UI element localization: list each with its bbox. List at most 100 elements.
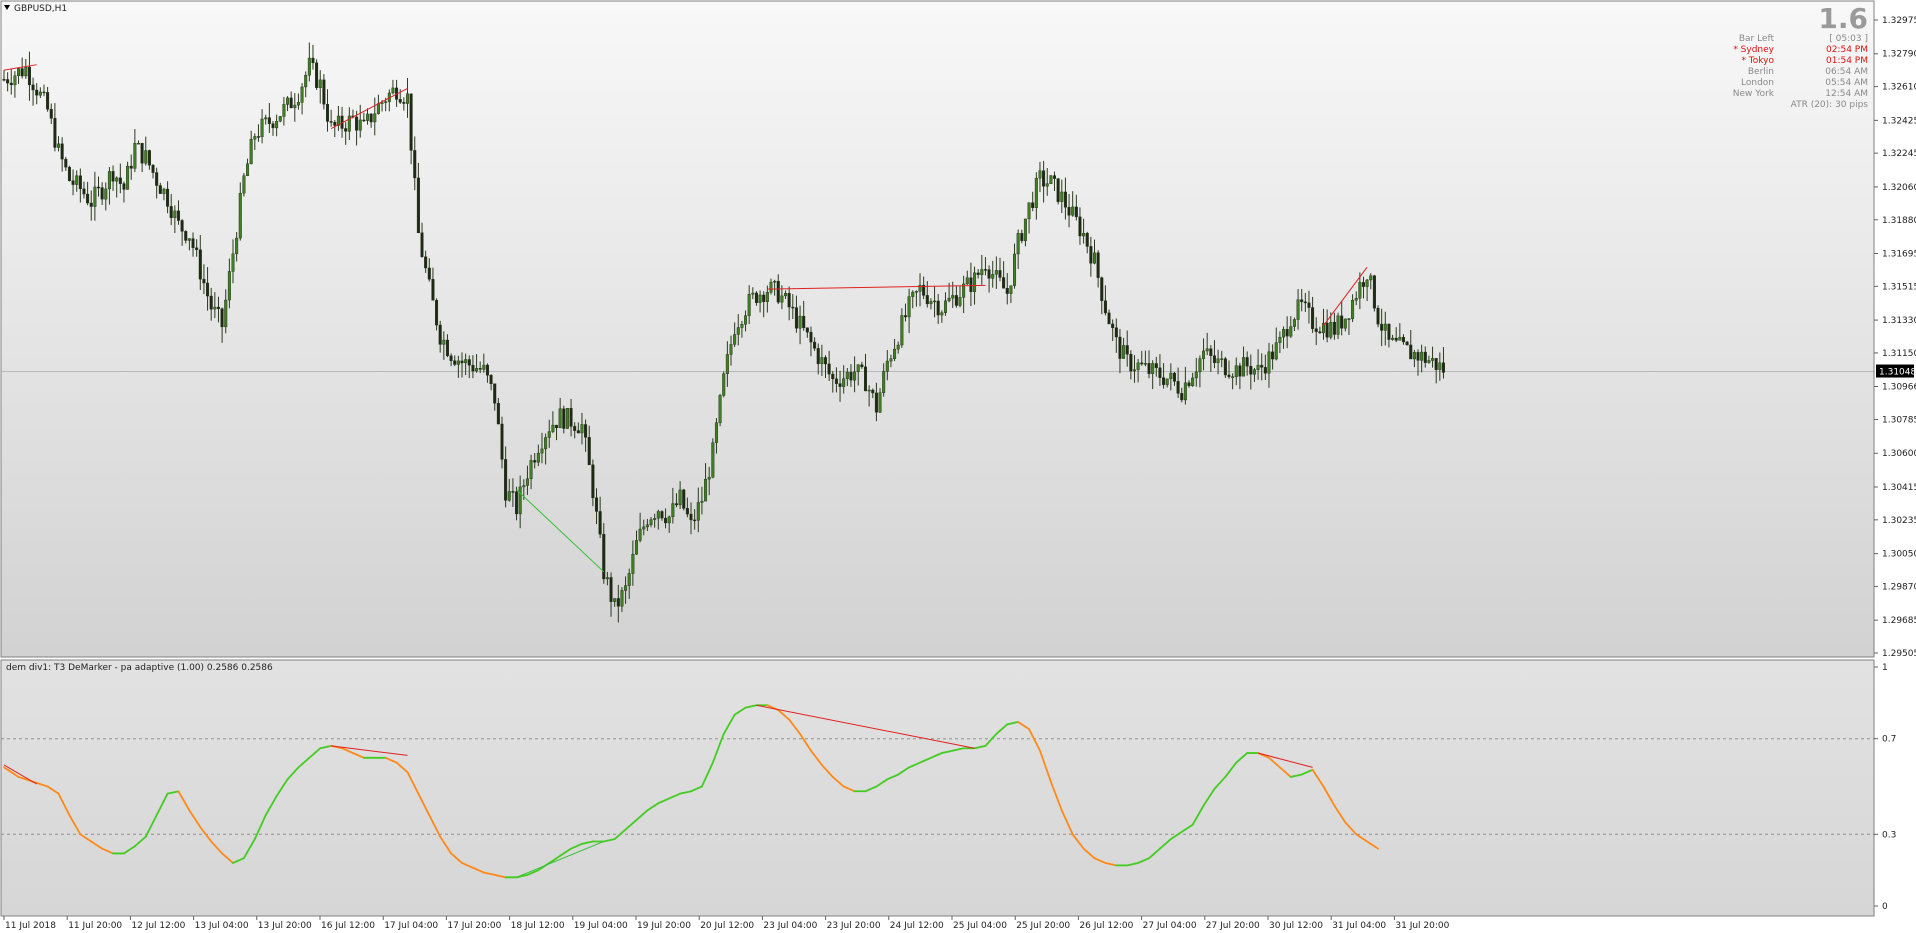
indicator-axis[interactable]: 1 0.7 0.3 0	[1873, 660, 1896, 916]
candle-body	[718, 395, 722, 423]
candle-body	[220, 308, 224, 328]
candle-body	[624, 585, 628, 591]
candle-body	[100, 187, 104, 200]
candle-body	[987, 269, 991, 279]
candle-body	[1143, 363, 1147, 365]
candle-body	[1376, 307, 1380, 325]
current-price-marker: 1.31048	[1876, 364, 1916, 378]
candle-body	[751, 292, 755, 295]
candle-body	[398, 99, 402, 103]
candle-body	[1074, 206, 1078, 218]
candle-body	[304, 75, 308, 88]
time-axis-label: 18 Jul 12:00	[511, 921, 565, 931]
candle-body	[816, 348, 820, 365]
candle-body	[1398, 336, 1402, 341]
price-axis-label: 1.30415	[1882, 483, 1916, 493]
candle-body	[1187, 382, 1191, 387]
candle-body	[609, 577, 613, 602]
time-axis-label: 11 Jul 2018	[5, 921, 56, 931]
candle-body	[264, 117, 268, 120]
time-axis[interactable]: 11 Jul 2018 11 Jul 20:00 12 Jul 12:00 13 Ju…	[3, 916, 1450, 931]
candle-body	[118, 177, 122, 184]
candle-body	[522, 485, 526, 488]
price-axis-label: 1.31695	[1882, 249, 1916, 259]
candle-body	[427, 267, 431, 280]
candle-body	[1016, 233, 1020, 255]
candle-body	[147, 150, 151, 166]
time-axis-label: 19 Jul 04:00	[574, 921, 628, 931]
candle-body	[1082, 233, 1086, 237]
candle-body	[620, 590, 624, 607]
candle-body	[333, 121, 337, 126]
candle-body	[1420, 351, 1424, 361]
candle-body	[1071, 206, 1075, 216]
candle-body	[358, 119, 362, 131]
candle-body	[1361, 282, 1365, 287]
candle-body	[1216, 358, 1220, 363]
candle-body	[591, 464, 595, 499]
candle-body	[431, 279, 435, 301]
candle-body	[616, 598, 620, 607]
candle-body	[1416, 352, 1420, 361]
candle-body	[53, 118, 57, 148]
candle-body	[638, 528, 642, 541]
candle-body	[936, 300, 940, 316]
candle-body	[162, 188, 166, 194]
candle-body	[700, 500, 704, 503]
candle-body	[456, 360, 460, 365]
candle-body	[1194, 371, 1198, 379]
candle-body	[435, 300, 439, 326]
price-axis-label: 1.29505	[1882, 649, 1916, 659]
candle-body	[1049, 175, 1053, 184]
candle-body	[1329, 321, 1333, 338]
candle-body	[831, 373, 835, 380]
candle-body	[482, 364, 486, 370]
candle-body	[664, 517, 668, 524]
candle-body	[355, 116, 359, 131]
price-axis[interactable]: 1.32975 1.32790 1.32610 1.32425 1.32245 1.320…	[1873, 1, 1916, 659]
chart-title[interactable]: GBPUSD,H1	[4, 4, 67, 15]
candle-body	[1431, 358, 1435, 361]
candle-body	[24, 66, 28, 77]
candle-body	[1311, 307, 1315, 329]
candle-body	[696, 502, 700, 521]
price-axis-label: 1.29870	[1882, 582, 1916, 592]
candle-body	[500, 423, 504, 460]
candle-body	[224, 299, 228, 328]
candle-body	[714, 422, 718, 443]
candle-body	[1296, 299, 1300, 320]
candle-body	[569, 408, 573, 427]
candle-body	[1096, 252, 1100, 278]
candle-body	[126, 165, 130, 190]
price-axis-label: 1.32610	[1882, 83, 1916, 93]
time-axis-label: 17 Jul 04:00	[384, 921, 438, 931]
candle-body	[511, 491, 515, 493]
price-axis-label: 1.31880	[1882, 216, 1916, 226]
candle-body	[249, 138, 253, 165]
candle-body	[256, 136, 260, 138]
chart-window[interactable]: 1.32975 1.32790 1.32610 1.32425 1.32245 1.320…	[0, 0, 1916, 933]
dropdown-triangle-icon[interactable]	[4, 5, 10, 10]
candle-body	[911, 291, 915, 297]
candle-body	[1412, 352, 1416, 360]
clock-city: New York	[1732, 89, 1774, 99]
candle-body	[733, 334, 737, 345]
candle-body	[198, 249, 202, 280]
candle-body	[794, 307, 798, 329]
candle-body	[1347, 318, 1351, 320]
candle-body	[973, 272, 977, 292]
candle-body	[27, 66, 31, 86]
candle-body	[580, 424, 584, 434]
price-axis-label: 1.32060	[1882, 183, 1916, 193]
candle-body	[598, 511, 602, 535]
candle-body	[2, 79, 6, 81]
candle-body	[227, 271, 231, 301]
candle-body	[667, 516, 671, 524]
time-axis-label: 17 Jul 20:00	[447, 921, 501, 931]
candle-body	[842, 378, 846, 387]
candle-body	[1300, 299, 1304, 303]
candle-body	[1198, 358, 1202, 373]
candle-body	[645, 524, 649, 528]
candle-body	[631, 553, 635, 574]
candle-body	[740, 324, 744, 328]
